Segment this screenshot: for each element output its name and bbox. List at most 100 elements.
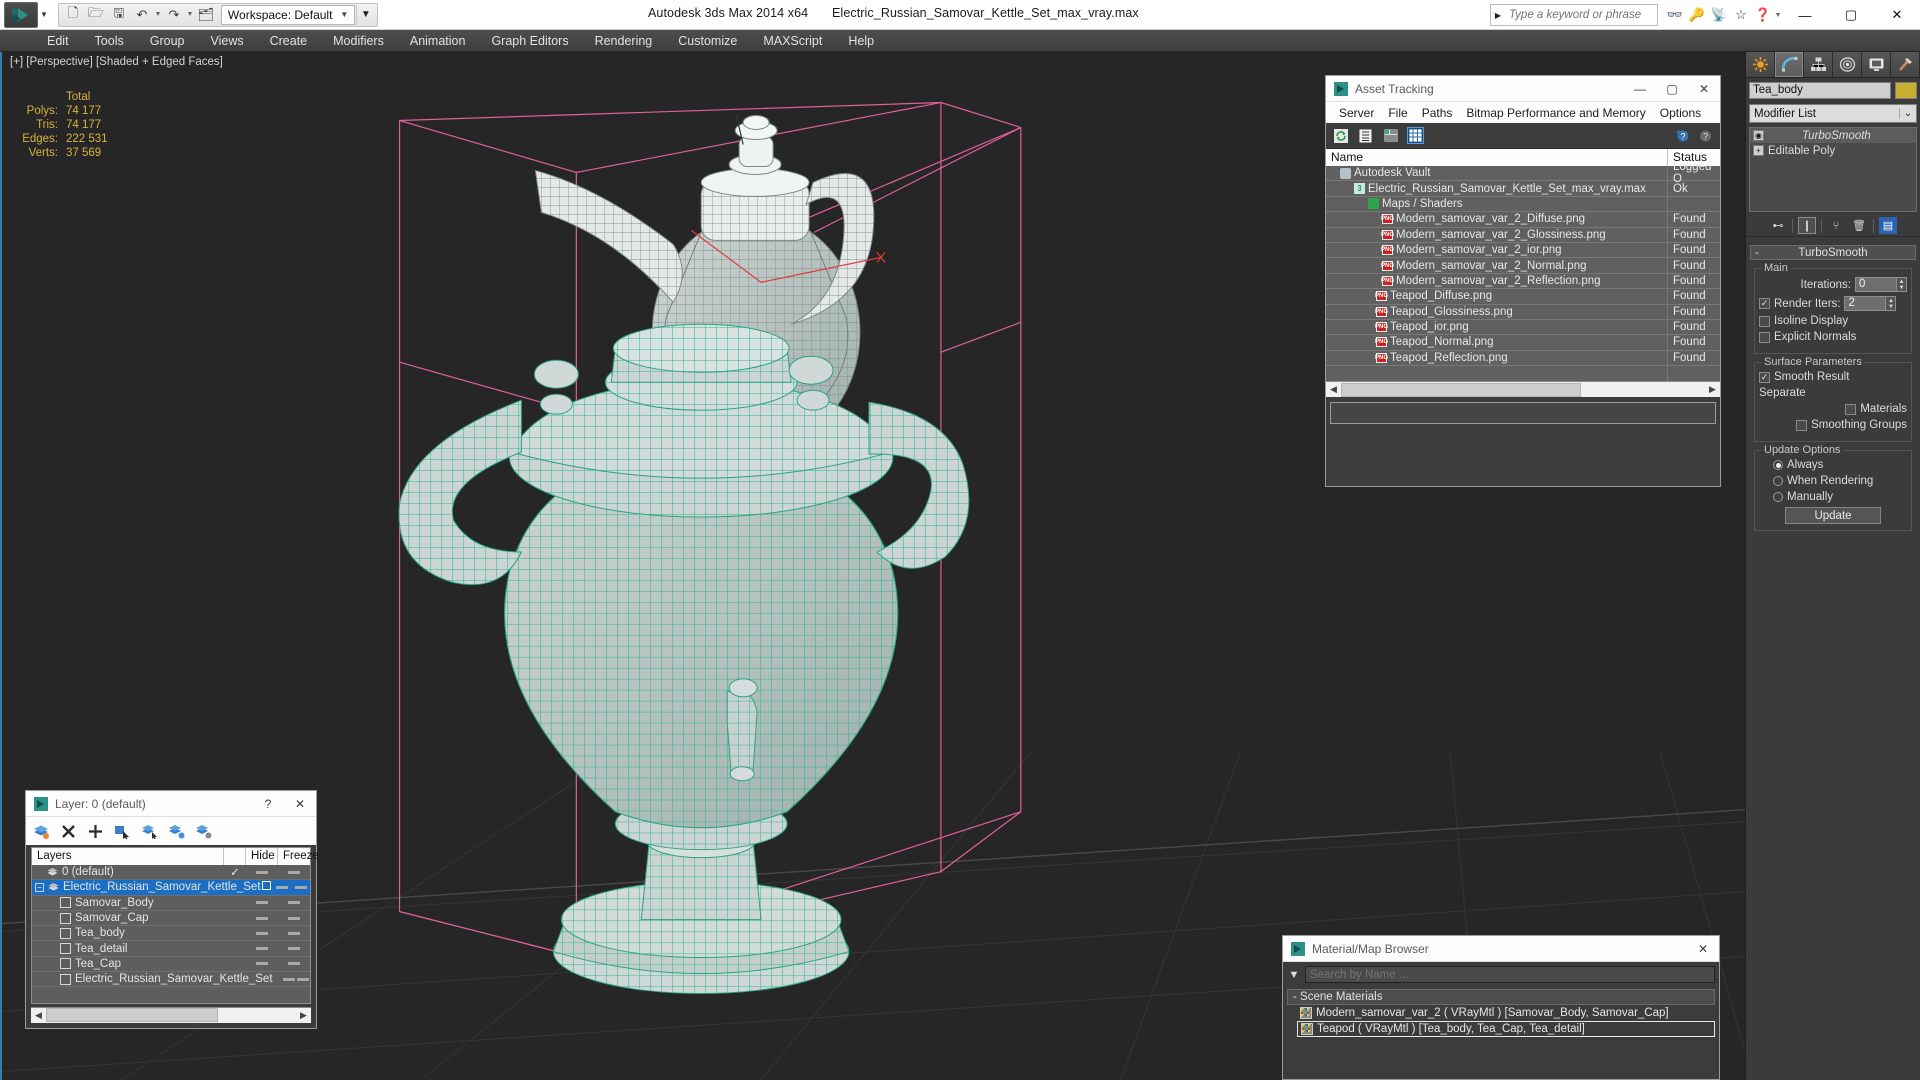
object-freeze-toggle[interactable] bbox=[278, 962, 310, 966]
table-row[interactable]: PNG Modern_samovar_var_2_Reflection.png … bbox=[1326, 273, 1720, 290]
separate-materials-checkbox[interactable] bbox=[1845, 403, 1857, 415]
render-iters-spinner[interactable]: 2 ▲ ▼ bbox=[1844, 296, 1897, 311]
modifier-list-dropdown[interactable]: Modifier List ⌄ bbox=[1749, 104, 1917, 123]
select-highlight-icon[interactable] bbox=[140, 822, 158, 840]
asset-grid-body[interactable]: Autodesk Vault Logged O 3 Electric_Russi… bbox=[1326, 161, 1720, 382]
asset-tracking-minimize-button[interactable]: — bbox=[1624, 76, 1656, 102]
table-row[interactable]: Autodesk Vault Logged O bbox=[1326, 161, 1720, 185]
render-iters-value[interactable]: 2 bbox=[1844, 296, 1887, 311]
object-name-cell[interactable]: Tea_body bbox=[32, 927, 224, 939]
detail-view-icon[interactable] bbox=[1382, 127, 1399, 144]
modifier-list-chevron-down-icon[interactable]: ⌄ bbox=[1899, 108, 1916, 119]
separate-smoothing-groups-row[interactable]: Smoothing Groups bbox=[1759, 419, 1907, 431]
asset-name-cell[interactable]: Autodesk Vault bbox=[1326, 166, 1668, 181]
asset-name-cell[interactable]: PNG Teapod_Glossiness.png bbox=[1326, 304, 1668, 319]
table-row[interactable]: PNG Teapod_Diffuse.png Found bbox=[1326, 289, 1720, 305]
list-item[interactable]: Modern_samovar_var_2 ( VRayMtl ) [Samova… bbox=[1297, 1005, 1715, 1021]
list-item[interactable]: Samovar_Cap bbox=[32, 911, 310, 927]
asset-menu-server[interactable]: Server bbox=[1332, 106, 1381, 120]
layer-scroll-left-icon[interactable]: ◀ bbox=[31, 1010, 46, 1021]
object-hide-toggle[interactable] bbox=[246, 901, 278, 905]
create-layer-icon[interactable] bbox=[32, 822, 50, 840]
open-file-icon[interactable]: 🗁 bbox=[85, 5, 107, 25]
modify-tab[interactable] bbox=[1775, 52, 1804, 77]
render-iters-checkbox[interactable]: ✓ bbox=[1759, 298, 1770, 309]
list-item[interactable]: Tea_Cap bbox=[32, 957, 310, 973]
grid-view-icon[interactable] bbox=[1407, 127, 1424, 144]
display-tab[interactable] bbox=[1862, 52, 1891, 77]
modifier-stack-item-editable-poly[interactable]: + Editable Poly bbox=[1750, 143, 1916, 158]
table-row[interactable]: PNG Modern_samovar_var_2_Glossiness.png … bbox=[1326, 227, 1720, 243]
refresh-icon[interactable] bbox=[1332, 127, 1349, 144]
menu-animation[interactable]: Animation bbox=[397, 30, 479, 52]
undo-dropdown-icon[interactable]: ▼ bbox=[154, 11, 162, 18]
new-file-icon[interactable]: 🗋 bbox=[62, 5, 84, 25]
iterations-spinner[interactable]: 0 ▲ ▼ bbox=[1855, 277, 1907, 292]
smooth-result-row[interactable]: ✓ Smooth Result bbox=[1759, 371, 1907, 383]
object-freeze-toggle[interactable] bbox=[278, 916, 310, 920]
select-objects-in-layer-icon[interactable] bbox=[113, 822, 131, 840]
layer-scroll-track[interactable] bbox=[46, 1008, 296, 1023]
asset-name-cell[interactable]: PNG Teapod_Normal.png bbox=[1326, 335, 1668, 350]
list-item[interactable]: Tea_body bbox=[32, 926, 310, 942]
object-hide-toggle[interactable] bbox=[246, 962, 278, 966]
layer-grid[interactable]: Layers Hide Freeze 0 (default) ✓ − Elect… bbox=[31, 847, 319, 1004]
asset-status-field[interactable] bbox=[1330, 402, 1716, 425]
list-item[interactable]: Teapod ( VRayMtl ) [Tea_body, Tea_Cap, T… bbox=[1297, 1021, 1715, 1037]
delete-layer-icon[interactable] bbox=[59, 822, 77, 840]
motion-tab[interactable] bbox=[1833, 52, 1862, 77]
menu-group[interactable]: Group bbox=[137, 30, 198, 52]
iterations-stepper-icon[interactable]: ▲ ▼ bbox=[1897, 277, 1907, 292]
scroll-left-icon[interactable]: ◀ bbox=[1326, 384, 1341, 395]
asset-name-cell[interactable]: PNG Modern_samovar_var_2_ior.png bbox=[1326, 242, 1668, 258]
help-add-icon[interactable]: ? bbox=[1674, 127, 1691, 144]
list-item[interactable]: 0 (default) ✓ bbox=[32, 865, 310, 881]
material-search-input[interactable] bbox=[1305, 966, 1715, 983]
table-row[interactable]: PNG Modern_samovar_var_2_Diffuse.png Fou… bbox=[1326, 212, 1720, 228]
scene-materials-list[interactable]: Modern_samovar_var_2 ( VRayMtl ) [Samova… bbox=[1297, 1005, 1715, 1037]
table-row[interactable]: PNG Teapod_Normal.png Found bbox=[1326, 335, 1720, 351]
update-manually-radio[interactable] bbox=[1773, 492, 1783, 502]
object-name-cell[interactable]: Samovar_Cap bbox=[32, 912, 224, 924]
maximize-button[interactable]: ▢ bbox=[1828, 0, 1874, 30]
set-project-folder-icon[interactable]: 🗂 bbox=[195, 5, 217, 25]
asset-name-cell[interactable]: PNG Teapod_ior.png bbox=[1326, 319, 1668, 335]
layer-current-indicator[interactable]: ✓ bbox=[224, 865, 246, 879]
asset-name-cell[interactable]: PNG Teapod_Diffuse.png bbox=[1326, 289, 1668, 304]
layer-window-close-button[interactable]: ✕ bbox=[284, 791, 316, 817]
object-freeze-toggle[interactable] bbox=[278, 901, 310, 905]
asset-name-cell[interactable]: PNG Modern_samovar_var_2_Glossiness.png bbox=[1326, 227, 1668, 242]
asset-name-cell[interactable]: PNG Modern_samovar_var_2_Diffuse.png bbox=[1326, 212, 1668, 227]
update-when-rendering-radio[interactable] bbox=[1773, 476, 1783, 486]
menu-modifiers[interactable]: Modifiers bbox=[320, 30, 397, 52]
material-browser-title-bar[interactable]: Material/Map Browser ✕ bbox=[1283, 936, 1719, 962]
hierarchy-tab[interactable] bbox=[1804, 52, 1833, 77]
object-hide-toggle[interactable] bbox=[246, 916, 278, 920]
redo-dropdown-icon[interactable]: ▼ bbox=[186, 11, 194, 18]
workspace-menu-icon[interactable]: ▼ bbox=[356, 4, 374, 25]
collapse-icon[interactable]: − bbox=[35, 882, 44, 892]
menu-customize[interactable]: Customize bbox=[665, 30, 750, 52]
update-always-radio[interactable] bbox=[1773, 460, 1783, 470]
update-button[interactable]: Update bbox=[1785, 507, 1881, 524]
column-header-name[interactable]: Name bbox=[1326, 149, 1668, 166]
list-item[interactable]: Tea_detail bbox=[32, 941, 310, 957]
show-end-result-icon[interactable]: ❙ bbox=[1798, 217, 1816, 234]
layer-scroll-thumb[interactable] bbox=[46, 1008, 218, 1023]
make-unique-icon[interactable]: ⑂ bbox=[1827, 217, 1845, 234]
asset-menu-paths[interactable]: Paths bbox=[1415, 106, 1460, 120]
app-logo-button[interactable] bbox=[4, 1, 38, 28]
undo-icon[interactable]: ↶ bbox=[131, 5, 153, 25]
star-icon[interactable]: ☆ bbox=[1730, 4, 1752, 26]
save-file-icon[interactable]: 🖫 bbox=[108, 5, 130, 25]
table-row[interactable]: PNG Teapod_Glossiness.png Found bbox=[1326, 304, 1720, 320]
menu-maxscript[interactable]: MAXScript bbox=[750, 30, 835, 52]
layer-hide-toggle[interactable] bbox=[273, 885, 291, 889]
modifier-stack[interactable]: ◉ TurboSmooth + Editable Poly bbox=[1749, 127, 1917, 212]
menu-create[interactable]: Create bbox=[257, 30, 321, 52]
render-iters-stepper-icon[interactable]: ▲ ▼ bbox=[1886, 296, 1897, 311]
object-freeze-toggle[interactable] bbox=[296, 977, 310, 981]
asset-name-cell[interactable]: PNG Modern_samovar_var_2_Reflection.png bbox=[1326, 273, 1668, 289]
workspace-selector[interactable]: Workspace: Default ▼ bbox=[220, 4, 356, 25]
asset-menu-file[interactable]: File bbox=[1381, 106, 1414, 120]
